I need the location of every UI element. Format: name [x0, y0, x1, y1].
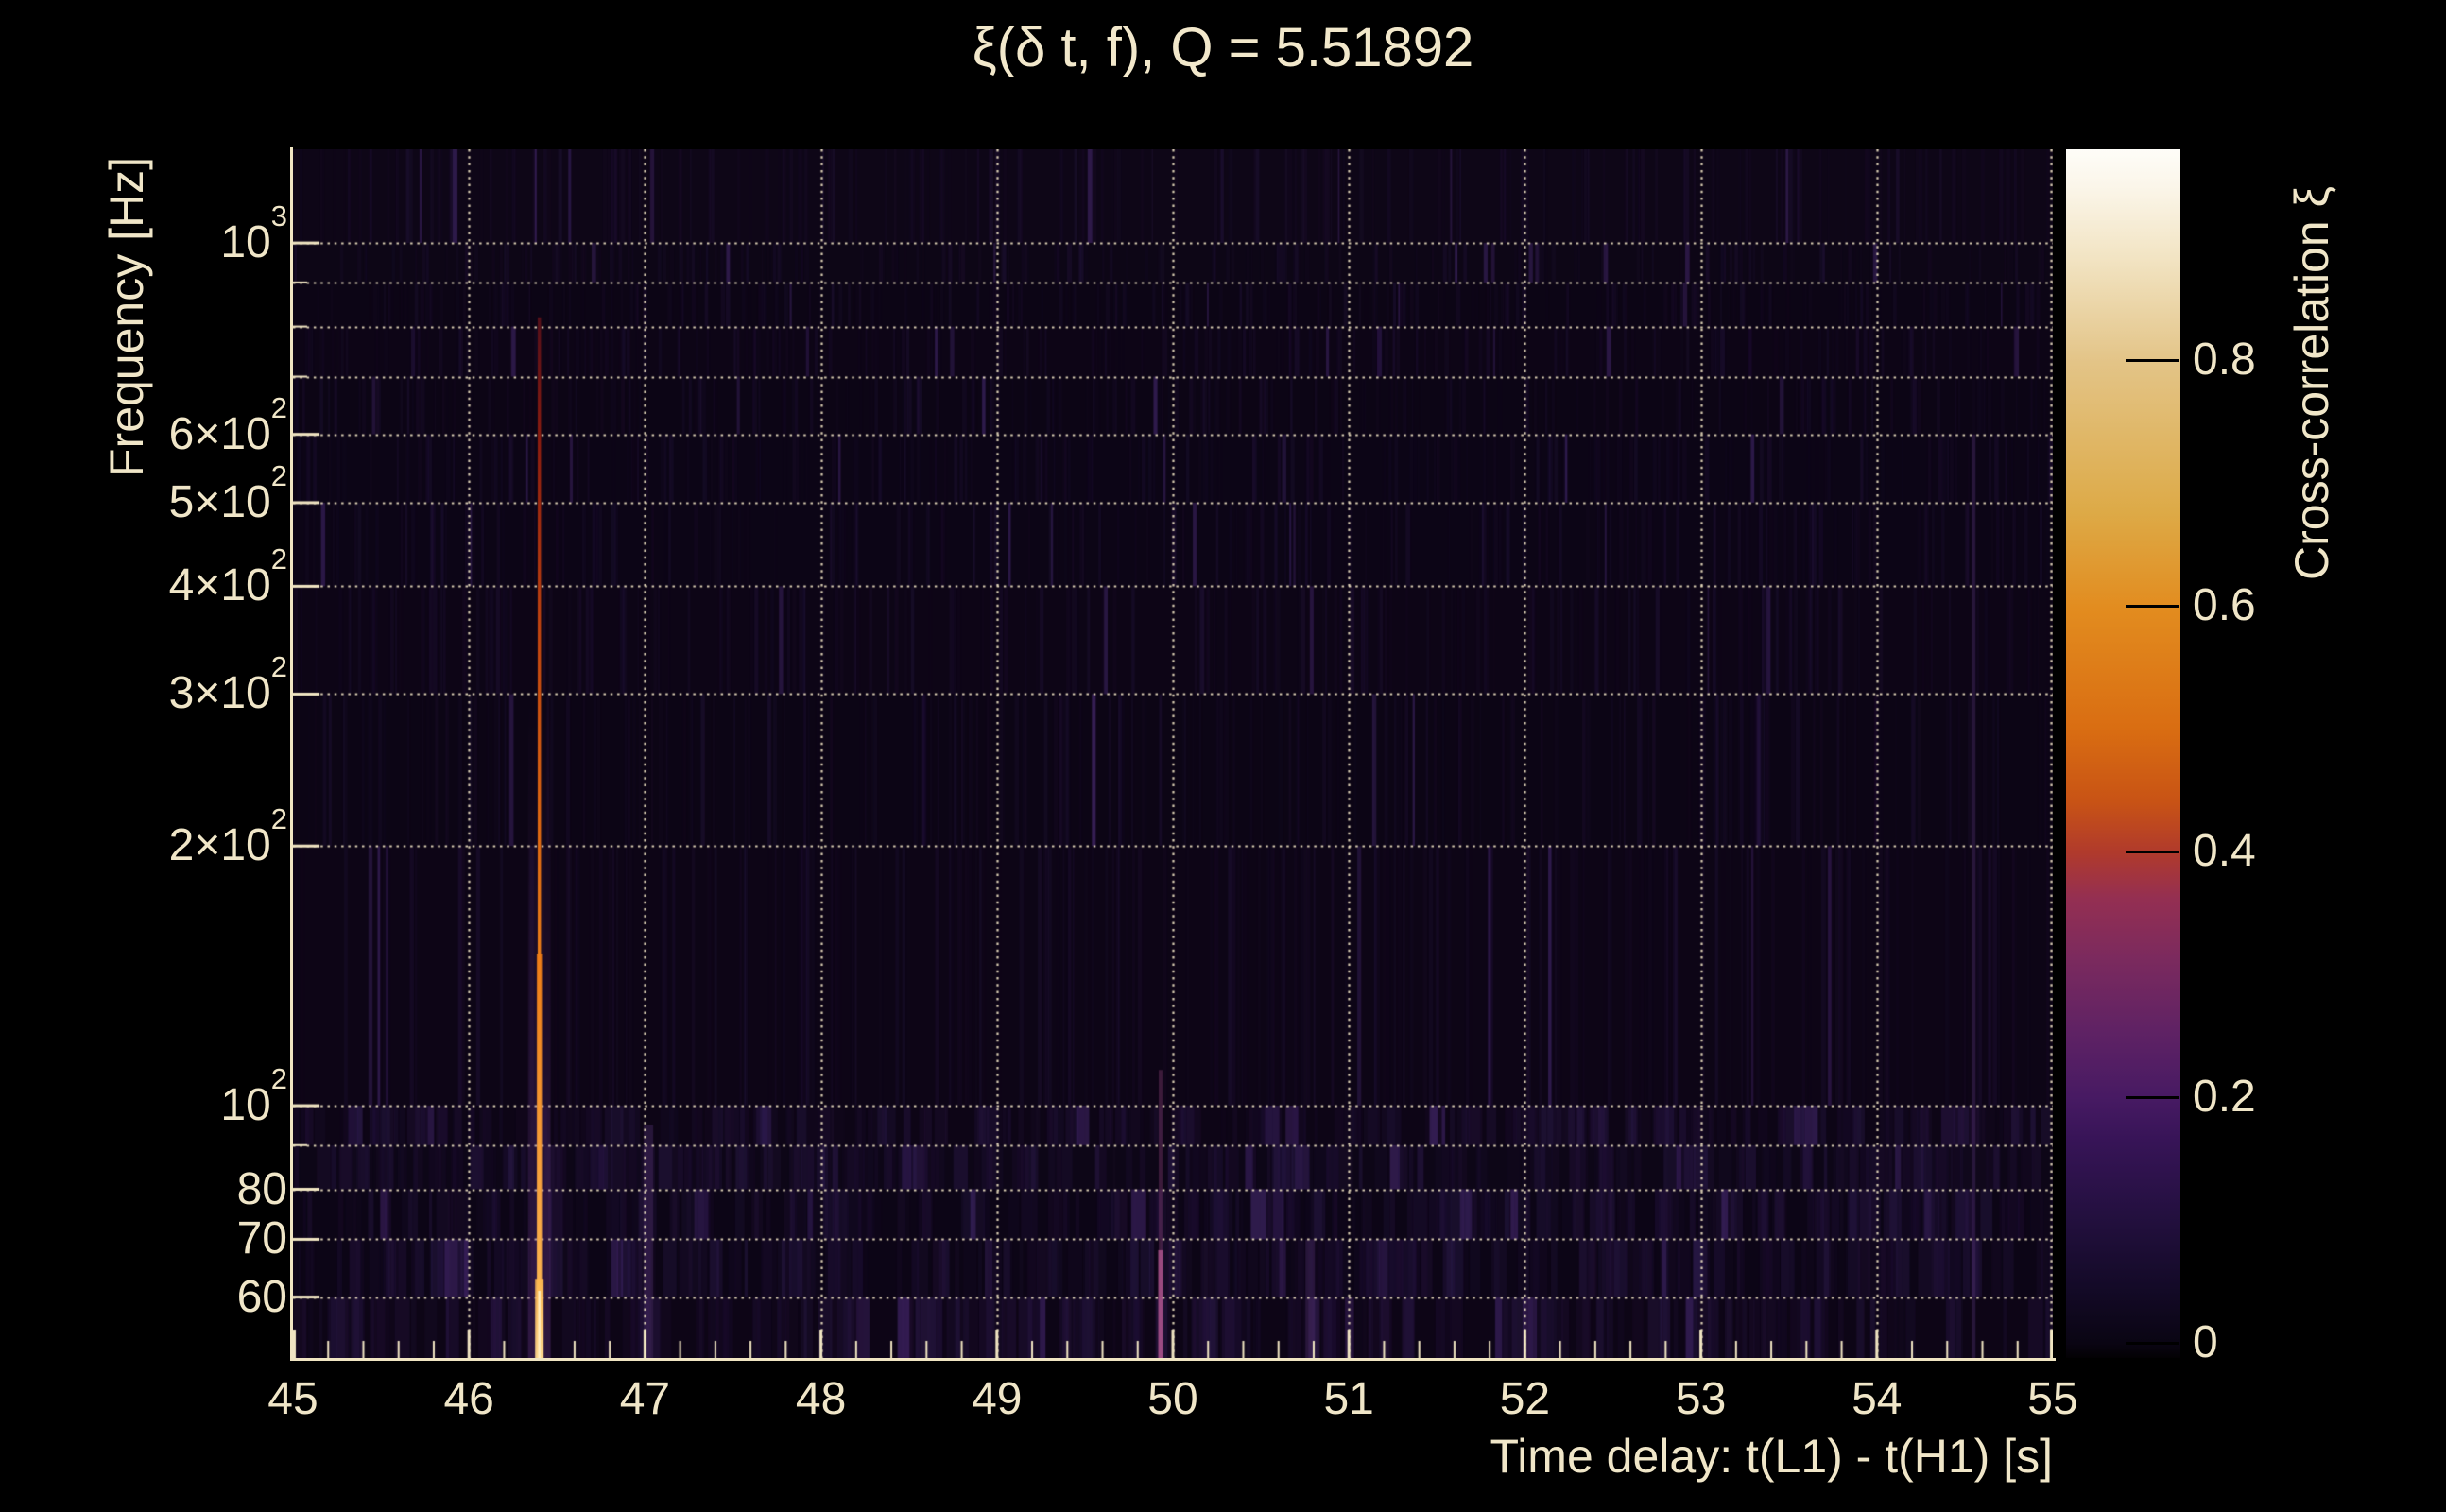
- colorbar-tick: [2126, 358, 2179, 362]
- y-axis-title: Frequency [Hz]: [100, 156, 153, 477]
- colorbar-tick-label: 0.6: [2193, 579, 2256, 630]
- heatmap-canvas: [293, 149, 2053, 1358]
- colorbar-tick-label: 0.2: [2193, 1071, 2256, 1122]
- y-tick-label: 70: [236, 1213, 287, 1264]
- colorbar-tick: [2126, 604, 2179, 608]
- y-tick-label: 3×102: [168, 650, 287, 719]
- colorbar: [2066, 149, 2180, 1358]
- x-tick-label: 45: [267, 1374, 319, 1424]
- y-tick-label: 4×102: [168, 542, 287, 611]
- colorbar-tick: [2126, 1095, 2179, 1099]
- y-tick-label: 2×102: [168, 802, 287, 871]
- colorbar-tick: [2126, 850, 2179, 853]
- x-tick-label: 48: [795, 1374, 847, 1424]
- colorbar-tick: [2126, 1342, 2179, 1345]
- x-tick-label: 49: [972, 1374, 1023, 1424]
- y-axis-line: [290, 147, 293, 1361]
- x-axis-title: Time delay: t(L1) - t(H1) [s]: [1490, 1430, 2053, 1483]
- x-tick-label: 51: [1323, 1374, 1374, 1424]
- plot-title: ξ(δ t, f), Q = 5.51892: [972, 17, 1474, 78]
- x-tick-label: 52: [1499, 1374, 1551, 1424]
- colorbar-tick-label: 0: [2193, 1317, 2218, 1367]
- x-tick-label: 50: [1147, 1374, 1198, 1424]
- colorbar-tick-label: 0.4: [2193, 825, 2256, 876]
- x-tick-label: 54: [1852, 1374, 1903, 1424]
- qscan-cross-correlation-plot: ξ(δ t, f), Q = 5.51892 45 46 47 48 49 50 51 52 5…: [0, 0, 2446, 1512]
- x-tick-label: 47: [619, 1374, 671, 1424]
- colorbar-title: Cross-correlation ξ: [2285, 186, 2338, 580]
- x-tick-label: 53: [1675, 1374, 1727, 1424]
- y-tick-label: 102: [220, 1062, 287, 1131]
- y-tick-label: 60: [236, 1271, 287, 1322]
- x-axis-line: [290, 1358, 2056, 1361]
- y-tick-label: 5×102: [168, 458, 287, 527]
- x-tick-label: 46: [443, 1374, 494, 1424]
- plot-area: [293, 149, 2053, 1358]
- x-tick-label: 55: [2027, 1374, 2078, 1424]
